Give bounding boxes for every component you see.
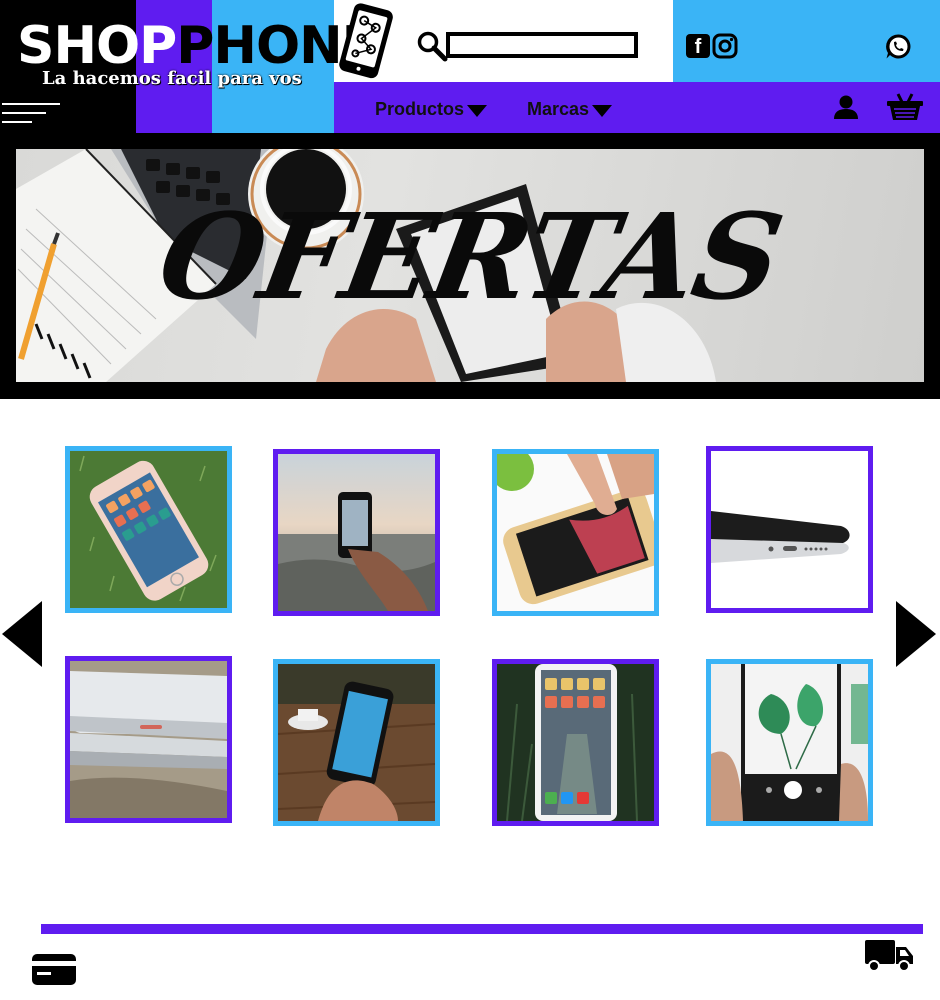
hamburger-icon[interactable] bbox=[2, 103, 60, 123]
instagram-icon[interactable] bbox=[712, 33, 738, 59]
product-tile[interactable] bbox=[706, 446, 873, 613]
truck-icon[interactable] bbox=[864, 938, 914, 974]
site-tagline: La hacemos facil para vos bbox=[42, 68, 302, 89]
ofertas-banner[interactable]: OFERTAS bbox=[16, 149, 924, 382]
nav-productos[interactable]: Productos bbox=[375, 99, 488, 120]
product-image-phone-plant bbox=[711, 664, 868, 821]
product-image-finger-tap bbox=[497, 454, 654, 611]
site-logo[interactable]: SHOPPHONE bbox=[17, 16, 377, 76]
whatsapp-icon[interactable] bbox=[885, 33, 912, 60]
chevron-down-icon bbox=[467, 105, 488, 117]
facebook-icon[interactable]: f bbox=[686, 34, 710, 58]
product-tile[interactable] bbox=[492, 449, 659, 616]
product-image-stacked-iphones bbox=[70, 661, 227, 818]
nav-productos-label: Productos bbox=[375, 99, 465, 119]
credit-card-icon[interactable] bbox=[31, 953, 77, 986]
footer-divider bbox=[41, 924, 923, 934]
product-tile[interactable] bbox=[273, 449, 440, 616]
nav-marcas-label: Marcas bbox=[527, 99, 590, 119]
nav-marcas[interactable]: Marcas bbox=[527, 99, 613, 120]
user-icon[interactable] bbox=[832, 94, 860, 120]
banner-title: OFERTAS bbox=[149, 187, 791, 326]
phone-logo-icon bbox=[339, 3, 393, 79]
product-image-phone-beach bbox=[278, 454, 435, 611]
search-icon[interactable] bbox=[416, 30, 448, 62]
cart-icon[interactable] bbox=[886, 92, 924, 122]
product-image-phone-coffee bbox=[278, 664, 435, 821]
product-tile[interactable] bbox=[65, 656, 232, 823]
logo-text-shop: SHOP bbox=[17, 16, 177, 76]
product-tile[interactable] bbox=[65, 446, 232, 613]
search-input[interactable] bbox=[446, 32, 638, 58]
product-image-iphone-grass bbox=[70, 451, 227, 608]
product-tile[interactable] bbox=[706, 659, 873, 826]
carousel-right-arrow-icon[interactable] bbox=[896, 601, 936, 667]
product-tile[interactable] bbox=[273, 659, 440, 826]
carousel-left-arrow-icon[interactable] bbox=[2, 601, 42, 667]
product-tile[interactable] bbox=[492, 659, 659, 826]
product-image-iphone-edge bbox=[711, 451, 868, 608]
product-image-iphone-forest bbox=[497, 664, 654, 821]
logo-text-p: P bbox=[176, 16, 214, 76]
chevron-down-icon bbox=[592, 105, 613, 117]
